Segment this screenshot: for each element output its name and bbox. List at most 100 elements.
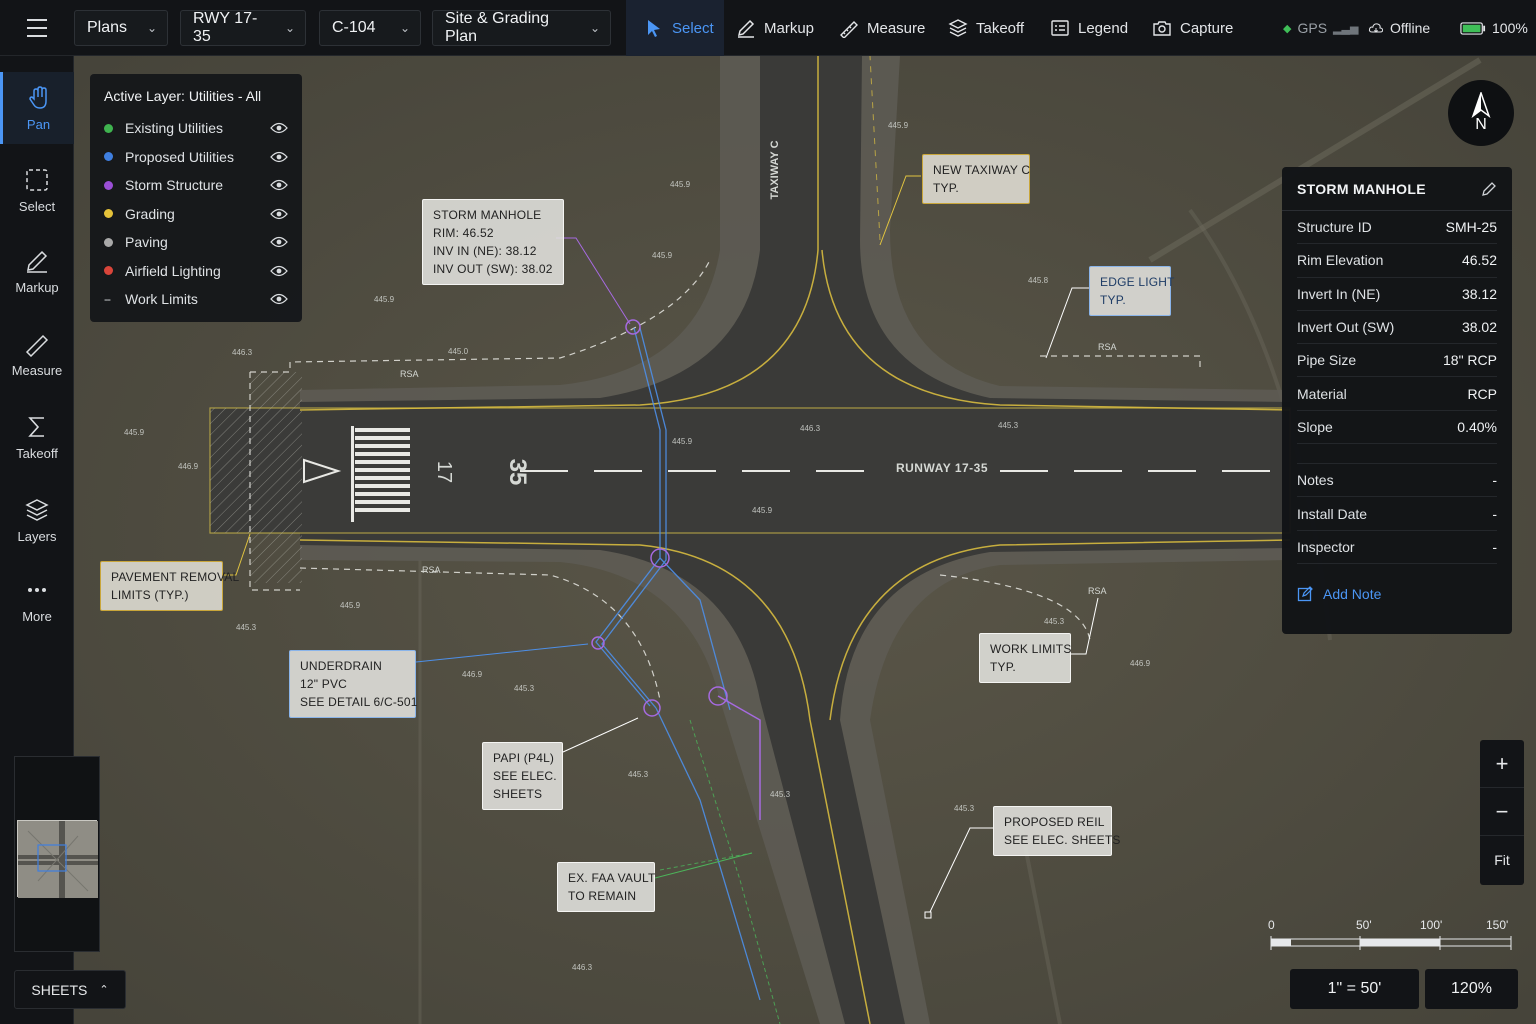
info-row-key: Pipe Size	[1297, 352, 1357, 369]
callout-edge-light[interactable]: EDGE LIGHT TYP.	[1089, 266, 1175, 316]
spot-elev: 445.3	[770, 790, 791, 799]
spot-elev: 445.8	[1028, 276, 1049, 285]
active-layer-title: Active Layer: Utilities - All	[104, 88, 262, 104]
tool-markup[interactable]: Markup	[736, 0, 814, 56]
eye-icon[interactable]	[270, 122, 288, 134]
info-row: Invert In (NE) 38.12	[1297, 278, 1497, 311]
tool-measure[interactable]: Measure	[839, 0, 925, 56]
layer-row[interactable]: Existing Utilities	[104, 114, 288, 143]
rail-markup[interactable]: Markup	[0, 235, 74, 307]
north-compass[interactable]: N	[1448, 80, 1514, 146]
info-row-value: RCP	[1467, 385, 1497, 402]
callout-line: PROPOSED REIL	[1004, 815, 1105, 829]
eye-icon[interactable]	[270, 179, 288, 191]
hamburger-icon	[27, 16, 47, 40]
spot-elev: 445.9	[124, 428, 145, 437]
layer-row[interactable]: Paving	[104, 228, 288, 257]
callout-proposed-reil[interactable]: PROPOSED REIL SEE ELEC. SHEETS	[993, 806, 1120, 856]
layer-row[interactable]: Grading	[104, 200, 288, 229]
eye-icon[interactable]	[270, 236, 288, 248]
edit-icon[interactable]	[1481, 181, 1497, 197]
callout-underdrain[interactable]: UNDERDRAIN 12" PVC SEE DETAIL 6/C-501	[289, 650, 418, 718]
minimap[interactable]	[17, 820, 98, 898]
callout-faa-vault[interactable]: EX. FAA VAULT TO REMAIN	[557, 862, 655, 912]
runway-number-35: 35	[504, 459, 531, 486]
layer-label: Paving	[125, 234, 168, 251]
eye-icon[interactable]	[270, 265, 288, 277]
scale-label: 50'	[1356, 918, 1372, 932]
layer-row[interactable]: Storm Structure	[104, 171, 288, 200]
menu-button[interactable]	[0, 0, 74, 56]
callout-line: INV IN (NE): 38.12	[433, 244, 537, 258]
spot-elev: 445.3	[514, 684, 535, 693]
add-note-label: Add Note	[1323, 585, 1382, 602]
chevron-down-icon: ⌄	[399, 21, 410, 35]
scale-bar-graphic	[1270, 936, 1512, 950]
sheets-button[interactable]: SHEETS ⌃	[14, 970, 126, 1009]
scale-ratio[interactable]: 1" = 50'	[1290, 969, 1419, 1009]
spot-elev: 445.3	[998, 421, 1019, 430]
tool-label: Legend	[1078, 19, 1129, 37]
layer-row[interactable]: Airfield Lighting	[104, 257, 288, 286]
fit-button[interactable]: Fit	[1480, 836, 1524, 884]
zoom-in-button[interactable]: +	[1480, 740, 1524, 788]
tool-capture[interactable]: Capture	[1152, 0, 1233, 56]
spot-elev: 445.9	[340, 601, 361, 610]
callout-line: EDGE LIGHT	[1100, 275, 1175, 289]
measure-icon	[25, 334, 49, 357]
callout-line: SHEETS	[493, 787, 543, 801]
zoom-out-button[interactable]: −	[1480, 788, 1524, 836]
callout-line: WORK LIMITS	[990, 642, 1072, 656]
spot-elev: 445.0	[448, 347, 469, 356]
layer-row[interactable]: Proposed Utilities	[104, 143, 288, 172]
sheet-dropdown[interactable]: C-104 ⌄	[319, 10, 421, 46]
rail-pan[interactable]: Pan	[0, 72, 74, 144]
info-row: Slope 0.40%	[1297, 411, 1497, 445]
info-row-value: 38.12	[1461, 285, 1497, 302]
tool-label: Markup	[764, 19, 815, 37]
callout-storm-manhole[interactable]: STORM MANHOLE RIM: 46.52 INV IN (NE): 38…	[422, 199, 564, 285]
rail-layers[interactable]: Layers	[0, 484, 74, 556]
zoom-level[interactable]: 120%	[1425, 969, 1518, 1009]
layer-label: Existing Utilities	[125, 120, 224, 137]
spot-elev: 445.9	[888, 121, 909, 130]
runway-dropdown[interactable]: RWY 17-35 ⌄	[180, 10, 306, 46]
info-row-key: Notes	[1297, 472, 1334, 489]
callout-line: RIM: 46.52	[433, 226, 494, 240]
callout-work-limits[interactable]: WORK LIMITS TYP.	[979, 633, 1071, 683]
rail-label: Takeoff	[16, 445, 58, 461]
offline-status[interactable]: Offline	[1368, 0, 1430, 56]
callout-line: SEE DETAIL 6/C-501	[300, 695, 418, 709]
cloud-icon	[1368, 23, 1384, 33]
sheets-label: SHEETS	[31, 981, 88, 998]
plans-dropdown[interactable]: Plans ⌄	[74, 10, 168, 46]
rail-label: Markup	[15, 279, 59, 295]
spot-elev: 446.3	[232, 348, 253, 357]
scale-label: 100'	[1420, 918, 1443, 932]
rail-select[interactable]: Select	[0, 154, 74, 226]
eye-icon[interactable]	[270, 208, 288, 220]
spot-elev: 445.9	[652, 251, 673, 260]
rail-measure[interactable]: Measure	[0, 318, 74, 390]
runway-number-17: 17	[433, 461, 455, 483]
info-rows-secondary: Notes - Install Date - Inspector -	[1297, 464, 1497, 564]
rail-takeoff[interactable]: Takeoff	[0, 401, 74, 473]
chevron-down-icon: ⌄	[284, 21, 295, 35]
callout-pavement-removal[interactable]: PAVEMENT REMOVAL LIMITS (TYP.)	[100, 561, 240, 611]
plan-dropdown[interactable]: Site & Grading Plan ⌄	[432, 10, 611, 46]
layer-row[interactable]: -- Work Limits	[104, 285, 288, 314]
callout-line: PAVEMENT REMOVAL	[111, 570, 240, 584]
info-row: Structure ID SMH-25	[1297, 211, 1497, 245]
scale-label: 0	[1268, 918, 1275, 932]
callout-new-taxiway[interactable]: NEW TAXIWAY C TYP.	[922, 154, 1030, 204]
add-note-button[interactable]: Add Note	[1297, 564, 1497, 624]
layer-color-dot	[104, 266, 113, 276]
tool-legend[interactable]: Legend	[1050, 0, 1128, 56]
eye-icon[interactable]	[270, 151, 288, 163]
eye-icon[interactable]	[270, 293, 288, 305]
callout-papi[interactable]: PAPI (P4L) SEE ELEC. SHEETS	[482, 742, 563, 810]
dashed-line-icon: --	[104, 292, 111, 307]
rail-more[interactable]: More	[0, 564, 74, 636]
tool-select[interactable]: Select	[626, 0, 724, 56]
tool-takeoff[interactable]: Takeoff	[948, 0, 1024, 56]
